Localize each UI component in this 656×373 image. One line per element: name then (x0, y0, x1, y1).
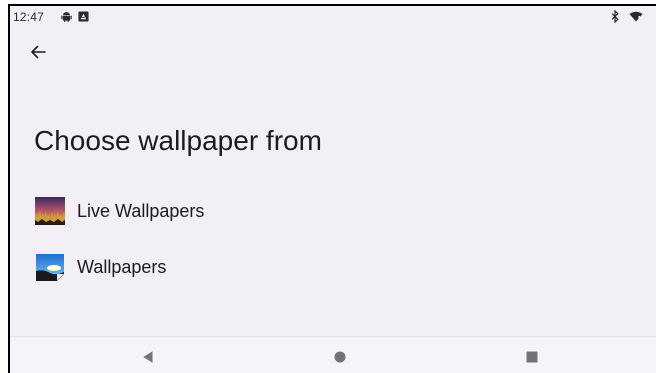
nav-back-button[interactable] (118, 337, 178, 373)
back-arrow-icon[interactable] (28, 42, 48, 62)
android-icon (61, 12, 72, 22)
option-wallpapers-label: Wallpapers (77, 256, 167, 277)
bluetooth-icon (611, 10, 619, 23)
status-time: 12:47 (13, 10, 45, 24)
wifi-icon (629, 11, 643, 22)
option-wallpapers[interactable]: Wallpapers (34, 247, 434, 287)
navigation-bar (10, 336, 656, 373)
wallpapers-icon (36, 254, 65, 282)
back-triangle-icon (143, 350, 153, 363)
device-screen: 12:47 Choose wallpaper from Live Wallpap… (8, 4, 656, 373)
option-live-wallpapers[interactable]: Live Wallpapers (34, 191, 434, 231)
option-live-wallpapers-label: Live Wallpapers (77, 200, 205, 221)
notification-icon (78, 11, 89, 22)
page-title: Choose wallpaper from (34, 125, 322, 156)
live-wallpapers-icon (35, 197, 65, 225)
home-circle-icon (334, 351, 346, 362)
nav-recents-button[interactable] (502, 337, 562, 373)
nav-home-button[interactable] (310, 337, 370, 373)
status-bar: 12:47 (10, 6, 656, 28)
recents-square-icon (526, 351, 538, 362)
